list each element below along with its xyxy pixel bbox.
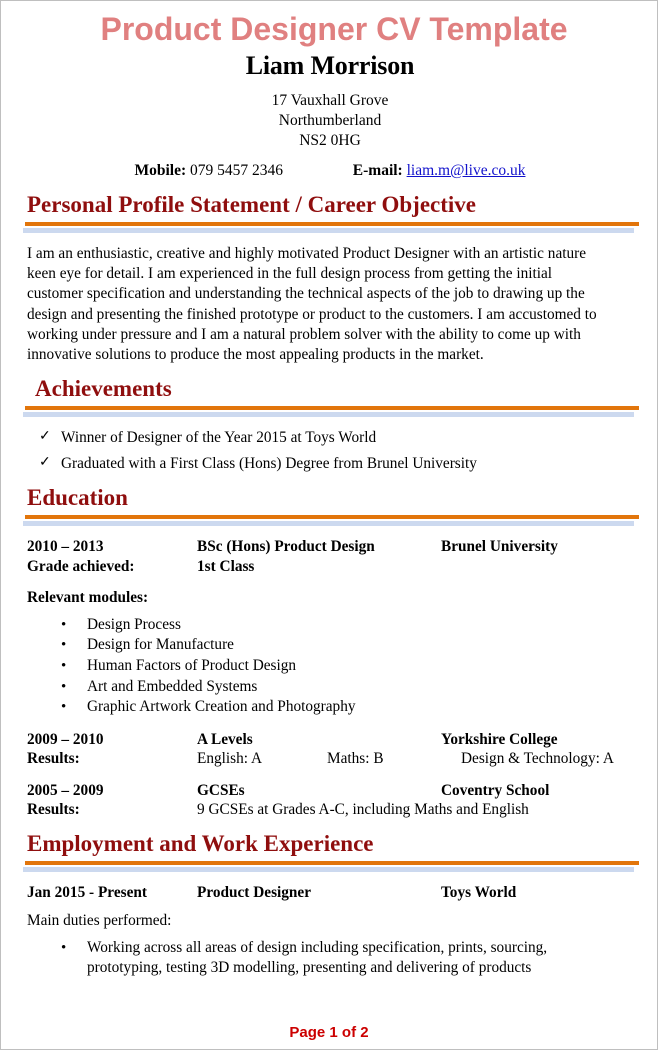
divider-orange bbox=[25, 406, 639, 411]
address-line-3: NS2 0HG bbox=[299, 132, 361, 149]
email-label: E-mail: bbox=[352, 162, 403, 179]
employment-dates: Jan 2015 - Present bbox=[27, 883, 147, 901]
section-achievements: Achievements ✓ Winner of Designer of the… bbox=[13, 375, 647, 474]
alevels-results-label: Results: bbox=[27, 750, 80, 768]
gcses-qualification: GCSEs bbox=[197, 781, 245, 799]
divider-blue bbox=[23, 412, 634, 418]
mobile-value: 079 5457 2346 bbox=[190, 162, 284, 179]
gcses-results-value: 9 GCSEs at Grades A-C, including Maths a… bbox=[197, 801, 529, 819]
divider-blue bbox=[23, 228, 634, 233]
bullet-icon: • bbox=[61, 699, 67, 716]
alevels-qualification: A Levels bbox=[197, 730, 253, 748]
achievement-text: Graduated with a First Class (Hons) Degr… bbox=[61, 455, 477, 473]
achievement-text: Winner of Designer of the Year 2015 at T… bbox=[61, 429, 377, 447]
employment-entry: Jan 2015 - Present Product Designer Toys… bbox=[13, 883, 647, 903]
list-item: • Design Process bbox=[13, 615, 647, 636]
gcses-results-label: Results: bbox=[27, 801, 80, 819]
list-item: • Art and Embedded Systems bbox=[13, 677, 647, 698]
education-qualification: BSc (Hons) Product Design bbox=[197, 538, 375, 556]
bullet-icon: • bbox=[61, 939, 67, 956]
checkmark-icon: ✓ bbox=[39, 455, 51, 471]
section-employment: Employment and Work Experience Jan 2015 … bbox=[13, 830, 647, 979]
list-item: • Working across all areas of design inc… bbox=[13, 938, 647, 979]
section-heading-employment: Employment and Work Experience bbox=[27, 830, 374, 856]
section-education: Education 2010 – 2013 BSc (Hons) Product… bbox=[13, 484, 647, 819]
divider-orange bbox=[25, 860, 639, 865]
module-text: Art and Embedded Systems bbox=[87, 677, 258, 695]
education-entry-gcses: 2005 – 2009 GCSEs Coventry School Result… bbox=[13, 781, 647, 820]
table-row: Results: 9 GCSEs at Grades A-C, includin… bbox=[13, 800, 647, 820]
address-block: 17 Vauxhall Grove Northumberland NS2 0HG bbox=[13, 91, 647, 151]
email-link[interactable]: liam.m@live.co.uk bbox=[407, 162, 526, 179]
bullet-icon: • bbox=[61, 678, 67, 695]
module-text: Graphic Artwork Creation and Photography bbox=[87, 698, 356, 716]
divider-orange bbox=[25, 515, 639, 520]
list-item: ✓ Winner of Designer of the Year 2015 at… bbox=[13, 428, 647, 448]
section-heading-personal-profile: Personal Profile Statement / Career Obje… bbox=[27, 192, 476, 217]
divider-orange bbox=[25, 222, 639, 226]
alevels-result-3: Design & Technology: A bbox=[461, 750, 614, 768]
modules-list: • Design Process • Design for Manufactur… bbox=[13, 615, 647, 718]
duties-list: • Working across all areas of design inc… bbox=[13, 938, 647, 979]
education-grade-value: 1st Class bbox=[197, 557, 255, 575]
section-heading-education: Education bbox=[27, 485, 128, 511]
list-item: • Graphic Artwork Creation and Photograp… bbox=[13, 697, 647, 718]
list-item: • Design for Manufacture bbox=[13, 635, 647, 656]
section-personal-profile: Personal Profile Statement / Career Obje… bbox=[13, 191, 647, 365]
candidate-name: Liam Morrison bbox=[245, 51, 415, 80]
cv-page: Product Designer CV Template Liam Morris… bbox=[0, 0, 658, 1050]
education-row-spacer bbox=[441, 557, 647, 577]
divider-blue bbox=[23, 866, 634, 872]
main-duties-label: Main duties performed: bbox=[27, 912, 172, 930]
profile-paragraph: I am an enthusiastic, creative and highl… bbox=[27, 245, 597, 364]
alevels-result-1: English: A bbox=[197, 750, 263, 768]
contact-line: Mobile: 079 5457 2346 E-mail: liam.m@liv… bbox=[13, 161, 647, 181]
cv-template-title: Product Designer CV Template bbox=[100, 11, 568, 47]
education-grade-label: Grade achieved: bbox=[27, 557, 135, 575]
relevant-modules-label: Relevant modules: bbox=[27, 589, 149, 607]
page-footer: Page 1 of 2 bbox=[289, 1024, 369, 1041]
bullet-icon: • bbox=[61, 657, 67, 674]
achievements-list: ✓ Winner of Designer of the Year 2015 at… bbox=[13, 428, 647, 474]
divider-blue bbox=[23, 521, 634, 527]
table-row: Results: English: A Maths: B Design & Te… bbox=[13, 749, 647, 769]
table-row: 2005 – 2009 GCSEs Coventry School bbox=[13, 781, 647, 801]
list-item: • Human Factors of Product Design bbox=[13, 656, 647, 677]
education-dates: 2010 – 2013 bbox=[27, 538, 104, 556]
alevels-dates: 2009 – 2010 bbox=[27, 730, 104, 748]
education-entry-alevels: 2009 – 2010 A Levels Yorkshire College R… bbox=[13, 730, 647, 769]
duty-text: Working across all areas of design inclu… bbox=[87, 938, 548, 977]
address-line-1: 17 Vauxhall Grove bbox=[271, 92, 389, 109]
alevels-institution: Yorkshire College bbox=[441, 730, 558, 748]
bullet-icon: • bbox=[61, 637, 67, 654]
education-entry-degree: 2010 – 2013 BSc (Hons) Product Design Br… bbox=[13, 537, 647, 576]
alevels-result-2: Maths: B bbox=[327, 750, 384, 768]
gcses-institution: Coventry School bbox=[441, 781, 550, 799]
module-text: Design Process bbox=[87, 615, 181, 633]
cv-content: Product Designer CV Template Liam Morris… bbox=[1, 9, 657, 1049]
table-row: 2010 – 2013 BSc (Hons) Product Design Br… bbox=[13, 537, 647, 557]
employment-employer: Toys World bbox=[441, 883, 517, 901]
education-institution: Brunel University bbox=[441, 538, 558, 556]
mobile-label: Mobile: bbox=[134, 162, 187, 179]
bullet-icon: • bbox=[61, 616, 67, 633]
section-heading-achievements: Achievements bbox=[35, 376, 172, 402]
list-item: ✓ Graduated with a First Class (Hons) De… bbox=[13, 454, 647, 474]
gcses-dates: 2005 – 2009 bbox=[27, 781, 104, 799]
table-row: Jan 2015 - Present Product Designer Toys… bbox=[13, 883, 647, 903]
table-row: 2009 – 2010 A Levels Yorkshire College bbox=[13, 730, 647, 750]
table-row: Grade achieved: 1st Class bbox=[13, 557, 647, 577]
employment-job-title: Product Designer bbox=[197, 883, 312, 901]
address-line-2: Northumberland bbox=[278, 112, 382, 129]
checkmark-icon: ✓ bbox=[39, 429, 51, 445]
module-text: Human Factors of Product Design bbox=[87, 656, 297, 674]
module-text: Design for Manufacture bbox=[87, 636, 234, 654]
